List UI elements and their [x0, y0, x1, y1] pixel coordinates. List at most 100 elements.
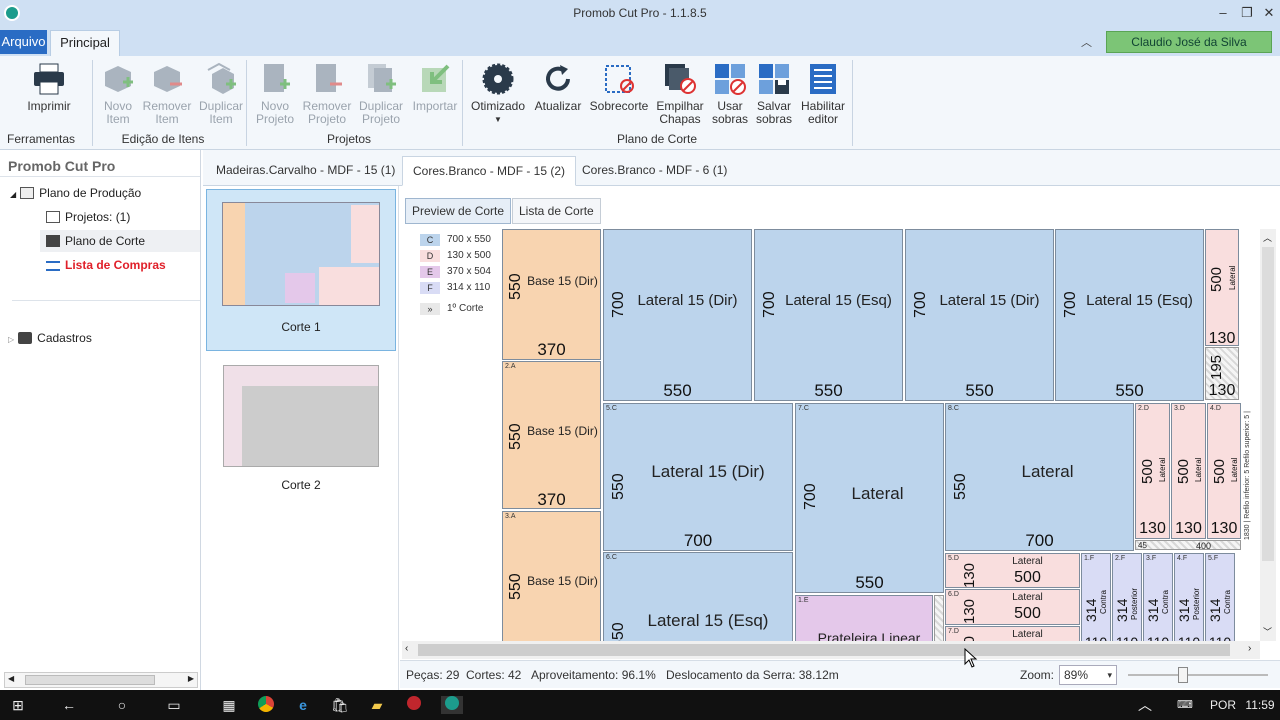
expand-icon[interactable]: ▷: [8, 335, 14, 344]
importar-button[interactable]: Importar: [410, 62, 460, 113]
thumb-corte-2[interactable]: Corte 2: [206, 362, 396, 498]
piece-contra[interactable]: 1.F 314 Contra 110: [1081, 553, 1111, 641]
save-leftovers-icon: [757, 62, 791, 96]
remover-projeto-button[interactable]: Remover Projeto: [302, 62, 352, 126]
back-arrow-icon[interactable]: ←: [60, 696, 78, 714]
sobrecorte-button[interactable]: Sobrecorte: [588, 62, 650, 113]
salvar-sobras-button[interactable]: Salvar sobras: [752, 62, 796, 126]
user-badge[interactable]: Claudio José da Silva Carneiro: [1106, 31, 1272, 69]
tab-cores-branco-6[interactable]: Cores.Branco - MDF - 6 (1): [572, 156, 737, 186]
arquivo-menu[interactable]: Arquivo: [0, 30, 47, 54]
legend-swatch: C: [420, 234, 440, 246]
piece-lateral[interactable]: 5.C 550 Lateral 15 (Dir) 700: [603, 403, 793, 551]
scroll-right-icon[interactable]: ›: [1248, 643, 1251, 654]
piece-base[interactable]: 550 Base 15 (Dir) 370: [502, 229, 601, 360]
piece-lateral-small[interactable]: 5.D 130 Lateral 500: [945, 553, 1080, 588]
piece-lateral-small[interactable]: 3.D 500 Lateral 130: [1171, 403, 1206, 539]
piece-lateral[interactable]: 700 Lateral 15 (Esq) 550: [754, 229, 903, 401]
cut-plan-canvas[interactable]: 550 Base 15 (Dir) 370 2.A 550 Base 15 (D…: [502, 229, 1242, 641]
tab-lista-de-corte[interactable]: Lista de Corte: [512, 198, 601, 224]
empilhar-chapas-button[interactable]: Empilhar Chapas: [652, 62, 708, 126]
cortana-icon[interactable]: ○: [113, 696, 131, 714]
novo-item-button[interactable]: Novo Item: [96, 62, 140, 126]
zoom-slider[interactable]: [1128, 667, 1268, 683]
sidebar-item-projetos[interactable]: Projetos: (1): [46, 210, 130, 224]
sidebar-item-plano-producao[interactable]: ◢ Plano de Produção: [10, 186, 141, 200]
piece-lateral[interactable]: 700 Lateral 15 (Esq) 550: [1055, 229, 1204, 401]
edge-icon[interactable]: e: [294, 696, 312, 714]
minimize-icon[interactable]: –: [1214, 5, 1232, 21]
canvas-vertical-scrollbar[interactable]: ︿ ﹀: [1260, 229, 1276, 641]
sidebar-scrollbar[interactable]: ◀ ▶: [4, 672, 198, 688]
sidebar-item-lista-compras[interactable]: Lista de Compras: [46, 258, 166, 272]
usar-sobras-button[interactable]: Usar sobras: [708, 62, 752, 126]
tray-expand-icon[interactable]: ︿: [1136, 696, 1154, 714]
remover-item-button[interactable]: Remover Item: [142, 62, 192, 126]
piece-lateral[interactable]: 8.C 550 Lateral 700: [945, 403, 1134, 551]
promob-cut-icon[interactable]: [441, 696, 463, 714]
folder-icon[interactable]: ▰: [368, 696, 386, 714]
piece-lateral[interactable]: 700 Lateral 15 (Dir) 550: [905, 229, 1054, 401]
tab-preview-de-corte[interactable]: Preview de Corte: [405, 198, 512, 224]
scroll-thumb[interactable]: [1262, 247, 1274, 561]
leftover-piece[interactable]: 195 130: [1205, 347, 1239, 400]
imprimir-button[interactable]: Imprimir: [14, 62, 84, 113]
scroll-down-icon[interactable]: ﹀: [1263, 625, 1272, 638]
piece-posterior[interactable]: 4.F 314 Posterior 110: [1174, 553, 1204, 641]
collapse-ribbon-icon[interactable]: ︿: [1081, 34, 1092, 50]
network-icon[interactable]: ⌨: [1176, 696, 1194, 714]
language-indicator[interactable]: POR: [1208, 696, 1238, 714]
tab-madeiras-carvalho[interactable]: Madeiras.Carvalho - MDF - 15 (1): [206, 156, 405, 186]
calculator-icon[interactable]: ▦: [220, 696, 238, 714]
leftover-piece[interactable]: [934, 595, 944, 641]
thumb-corte-1[interactable]: Corte 1: [206, 189, 396, 351]
scroll-right-icon[interactable]: ▶: [188, 674, 194, 683]
novo-projeto-button[interactable]: Novo Projeto: [252, 62, 298, 126]
scroll-left-icon[interactable]: ◀: [8, 674, 14, 683]
editor-icon: [806, 62, 840, 96]
piece-lateral[interactable]: 700 Lateral 15 (Dir) 550: [603, 229, 752, 401]
scroll-thumb[interactable]: [418, 644, 1230, 656]
sidebar-item-plano-corte[interactable]: Plano de Corte: [40, 230, 200, 252]
piece-posterior[interactable]: 2.F 314 Posterior 110: [1112, 553, 1142, 641]
store-icon[interactable]: 🛍: [331, 696, 349, 714]
scroll-up-icon[interactable]: ︿: [1263, 231, 1272, 244]
scroll-thumb[interactable]: [25, 675, 155, 685]
tab-principal[interactable]: Principal: [50, 30, 120, 56]
windows-start-icon[interactable]: ⊞: [9, 696, 27, 714]
maximize-icon[interactable]: ❐: [1238, 5, 1256, 21]
piece-base[interactable]: 2.A 550 Base 15 (Dir) 370: [502, 361, 601, 509]
piece-lateral[interactable]: 7.C 700 Lateral 550: [795, 403, 944, 593]
atualizar-button[interactable]: Atualizar: [532, 62, 584, 113]
piece-prateleira[interactable]: 1.E Prateleira Linear: [795, 595, 933, 641]
zoom-slider-thumb[interactable]: [1178, 667, 1188, 683]
piece-lateral-small[interactable]: 7.D 130 Lateral: [945, 626, 1080, 641]
piece-width: 130: [1139, 520, 1166, 537]
close-icon[interactable]: ✕: [1260, 5, 1278, 21]
leftover-strip[interactable]: 45 400: [1135, 540, 1241, 550]
piece-base[interactable]: 3.A 550 Base 15 (Dir): [502, 511, 601, 641]
clock[interactable]: 11:59: [1244, 696, 1276, 714]
sidebar-item-cadastros[interactable]: ▷ Cadastros: [8, 331, 92, 345]
zoom-select[interactable]: 89% ▾: [1059, 665, 1117, 685]
piece-height: 314: [1083, 598, 1099, 622]
task-view-icon[interactable]: ▭: [165, 696, 183, 714]
piece-lateral[interactable]: 6.C 550 Lateral 15 (Esq): [603, 552, 793, 641]
canvas-horizontal-scrollbar[interactable]: ‹ ›: [402, 641, 1260, 659]
chrome-icon[interactable]: [257, 696, 275, 714]
app-red-icon[interactable]: [405, 696, 423, 714]
piece-contra[interactable]: 3.F 314 Contra 110: [1143, 553, 1173, 641]
habilitar-editor-button[interactable]: Habilitar editor: [798, 62, 848, 126]
piece-contra[interactable]: 5.F 314 Contra 110: [1205, 553, 1235, 641]
piece-lateral-small[interactable]: 6.D 130 Lateral 500: [945, 589, 1080, 625]
duplicar-item-button[interactable]: Duplicar Item: [196, 62, 246, 126]
tab-cores-branco-15[interactable]: Cores.Branco - MDF - 15 (2): [402, 156, 577, 186]
piece-lateral-small[interactable]: 500 Lateral 130: [1205, 229, 1239, 346]
expand-icon[interactable]: ◢: [10, 190, 16, 199]
piece-lateral-small[interactable]: 4.D 500 Lateral 130: [1207, 403, 1241, 539]
piece-name: Contra: [1161, 589, 1170, 614]
scroll-left-icon[interactable]: ‹: [405, 643, 408, 654]
otimizado-button[interactable]: Otimizado ▼: [468, 62, 528, 126]
duplicar-projeto-button[interactable]: Duplicar Projeto: [356, 62, 406, 126]
piece-lateral-small[interactable]: 2.D 500 Lateral 130: [1135, 403, 1170, 539]
